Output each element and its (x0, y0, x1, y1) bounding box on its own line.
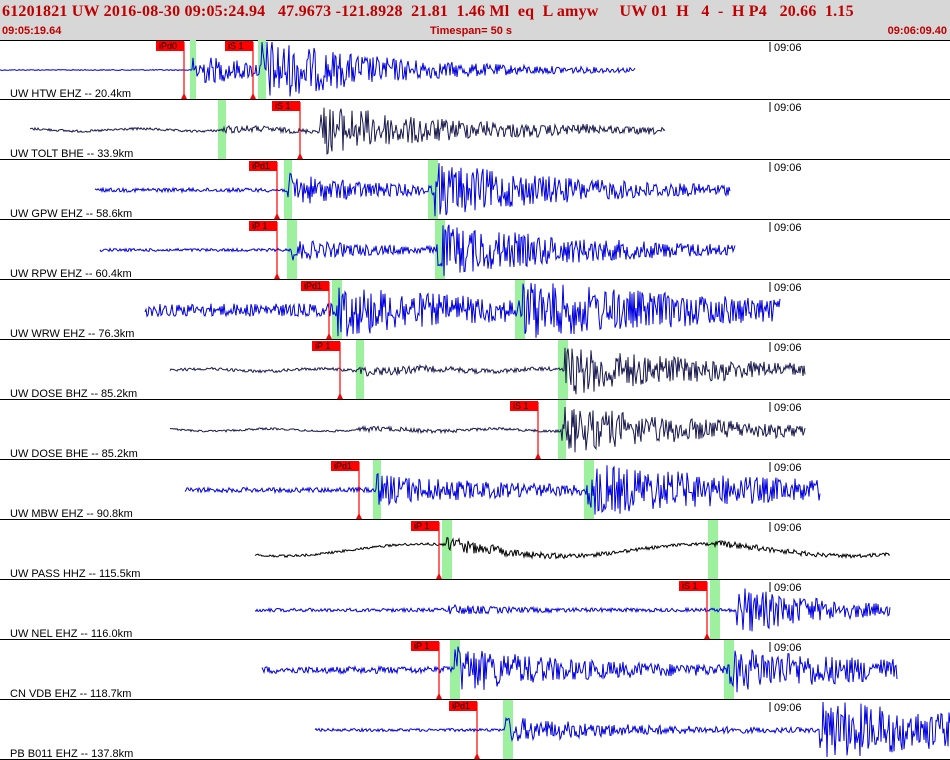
minute-label: 09:06 (774, 222, 802, 234)
pick-label: iS 1 (682, 581, 698, 591)
waveform (99, 224, 736, 276)
pick-label: iPd1 (304, 281, 322, 291)
pick-window (708, 520, 718, 579)
trace-row[interactable]: iP 1 09:06 CN VDB EHZ -- 118.7km (0, 640, 950, 700)
pick-label: iP 1 (414, 521, 429, 531)
trace-row[interactable]: iS 1 09:06 UW NEL EHZ -- 116.0km (0, 580, 950, 640)
waveform (94, 163, 731, 217)
station-label: UW TOLT BHE -- 33.9km (10, 148, 133, 160)
trace-row[interactable]: iP 1 09:06 UW RPW EHZ -- 60.4km (0, 220, 950, 280)
waveform (169, 406, 806, 453)
minute-label: 09:06 (774, 162, 802, 174)
start-time-label: 09:05:19.64 (2, 25, 62, 37)
pick-arrow-icon (436, 573, 442, 579)
pick-label: iP 1 (315, 341, 330, 351)
station-label: UW GPW EHZ -- 58.6km (10, 208, 132, 220)
seismogram-canvas[interactable]: iPd0 iS 1 09:06 UW HTW EHZ -- 20.4km iS 1 09:… (0, 40, 950, 760)
station-label: UW PASS HHZ -- 115.5km (10, 568, 140, 580)
minute-label: 09:06 (774, 102, 802, 114)
pick-arrow-icon (181, 93, 187, 99)
pick-label: iP 1 (414, 641, 429, 651)
pick-arrow-icon (356, 513, 362, 519)
pick-window (287, 220, 297, 279)
station-label: UW MBW EHZ -- 90.8km (10, 508, 133, 520)
trace-row[interactable]: iPd1 09:06 UW MBW EHZ -- 90.8km (0, 460, 950, 520)
event-summary-title: 61201821 UW 2016-08-30 09:05:24.94 47.96… (2, 3, 854, 20)
end-time-label: 09:06:09.40 (887, 25, 947, 37)
station-label: CN VDB EHZ -- 118.7km (10, 688, 131, 700)
pick-arrow-icon (337, 393, 343, 399)
pick-window (428, 160, 438, 219)
waveform (261, 646, 898, 693)
waveform (254, 588, 891, 632)
minute-label: 09:06 (774, 282, 802, 294)
trace-row[interactable]: iS 1 09:06 UW TOLT BHE -- 33.9km (0, 100, 950, 160)
pick-arrow-icon (704, 633, 710, 639)
timespan-label: Timespan= 50 s (430, 25, 513, 37)
pick-window (284, 160, 292, 219)
pick-label: iP 1 (252, 221, 267, 231)
event-header: 61201821 UW 2016-08-30 09:05:24.94 47.96… (0, 0, 950, 41)
minute-label: 09:06 (774, 642, 802, 654)
waveform (184, 465, 821, 515)
minute-label: 09:06 (774, 462, 802, 474)
waveform (144, 283, 781, 338)
pick-window (190, 40, 196, 99)
pick-arrow-icon (535, 453, 541, 459)
pick-label: iPd1 (252, 161, 270, 171)
trace-row[interactable]: iPd1 09:06 UW WRW EHZ -- 76.3km (0, 280, 950, 340)
minute-label: 09:06 (774, 702, 802, 714)
station-label: PB B011 EHZ -- 137.8km (10, 748, 133, 760)
trace-row[interactable]: iP 1 09:06 UW PASS HHZ -- 115.5km (0, 520, 950, 580)
pick-label: iS 1 (228, 41, 244, 51)
pick-arrow-icon (250, 93, 256, 99)
trace-row[interactable]: iPd0 iS 1 09:06 UW HTW EHZ -- 20.4km (0, 40, 950, 100)
waveform (254, 537, 891, 560)
minute-label: 09:06 (774, 342, 802, 354)
station-label: UW WRW EHZ -- 76.3km (10, 328, 134, 340)
pick-arrow-icon (274, 273, 280, 279)
pick-arrow-icon (436, 693, 442, 699)
pick-label: iPd1 (452, 701, 470, 711)
pick-label: iS 1 (513, 401, 529, 411)
pick-arrow-icon (297, 153, 303, 159)
pick-label: iPd1 (334, 461, 352, 471)
minute-label: 09:06 (774, 522, 802, 534)
pick-window (373, 460, 381, 519)
trace-row[interactable]: iPd1 09:06 PB B011 EHZ -- 137.8km (0, 700, 950, 760)
pick-arrow-icon (274, 213, 280, 219)
station-label: UW DOSE BHE -- 85.2km (10, 448, 138, 460)
station-label: UW DOSE BHZ -- 85.2km (10, 388, 137, 400)
pick-label: iPd0 (159, 41, 177, 51)
station-label: UW RPW EHZ -- 60.4km (10, 268, 132, 280)
trace-row[interactable]: iP 1 09:06 UW DOSE BHZ -- 85.2km (0, 340, 950, 400)
waveform (169, 347, 806, 395)
station-label: UW NEL EHZ -- 116.0km (10, 628, 132, 640)
pick-label: iS 1 (275, 101, 291, 111)
minute-label: 09:06 (774, 402, 802, 414)
minute-label: 09:06 (774, 42, 802, 54)
waveform (29, 107, 666, 155)
minute-label: 09:06 (774, 582, 802, 594)
seismogram-panel[interactable]: iPd0 iS 1 09:06 UW HTW EHZ -- 20.4km iS 1 09:… (0, 40, 950, 760)
pick-arrow-icon (474, 753, 480, 759)
trace-row[interactable]: iS 1 09:06 UW DOSE BHE -- 85.2km (0, 400, 950, 460)
station-label: UW HTW EHZ -- 20.4km (10, 88, 131, 100)
waveform (314, 701, 950, 758)
trace-row[interactable]: iPd1 09:06 UW GPW EHZ -- 58.6km (0, 160, 950, 220)
pick-arrow-icon (326, 333, 332, 339)
